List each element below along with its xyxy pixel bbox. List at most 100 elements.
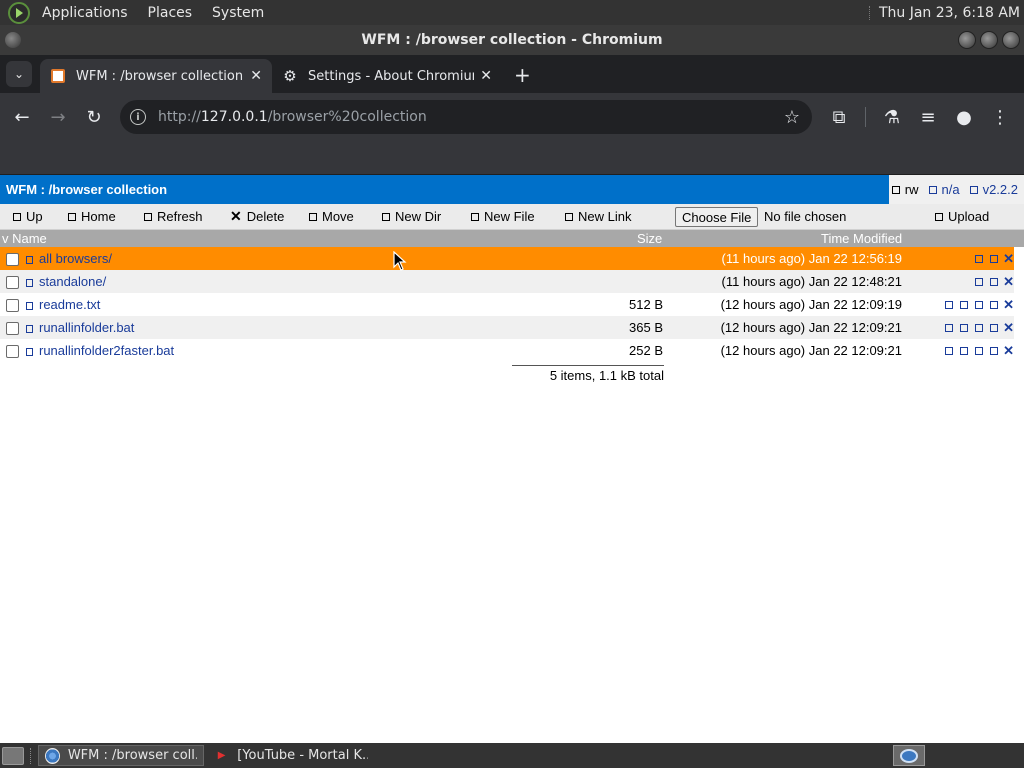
tab-title: WFM : /browser collection	[76, 68, 244, 84]
rename-icon[interactable]	[975, 278, 984, 287]
delete-icon[interactable]: ✕	[1003, 320, 1014, 335]
properties-icon[interactable]	[990, 301, 999, 310]
delete-button[interactable]: ✕ Delete	[230, 208, 284, 225]
table-row[interactable]: standalone/ (11 hours ago) Jan 22 12:48:…	[0, 270, 1014, 293]
task-label: WFM : /browser coll...	[67, 748, 197, 763]
row-checkbox[interactable]	[6, 299, 19, 313]
task-label: [YouTube - Mortal K...	[237, 748, 368, 763]
new-link-button[interactable]: New Link	[565, 209, 631, 224]
taskbar-item-chromium[interactable]: WFM : /browser coll...	[38, 745, 204, 766]
site-info-icon[interactable]: i	[130, 109, 146, 125]
delete-icon[interactable]: ✕	[1003, 251, 1014, 266]
close-window-button[interactable]	[1002, 31, 1020, 49]
table-row[interactable]: runallinfolder2faster.bat 252 B (12 hour…	[0, 339, 1014, 362]
workspace-icon	[900, 748, 918, 763]
view-icon[interactable]	[945, 347, 954, 356]
maximize-button[interactable]	[980, 31, 998, 49]
tab-search-button[interactable]: ⌄	[6, 61, 32, 87]
system-menu[interactable]: System	[204, 5, 272, 21]
taskbar-item-youtube[interactable]: ▶ [YouTube - Mortal K...	[208, 745, 374, 766]
delete-icon[interactable]: ✕	[1003, 343, 1014, 358]
file-size	[546, 247, 663, 270]
properties-icon[interactable]	[990, 347, 999, 356]
url-scheme: http://	[158, 109, 201, 125]
refresh-button[interactable]: Refresh	[144, 209, 203, 224]
back-button[interactable]: ←	[4, 99, 40, 135]
edit-icon[interactable]	[960, 301, 969, 310]
tab-wfm[interactable]: WFM : /browser collection ✕	[40, 59, 272, 93]
show-desktop-icon[interactable]	[2, 746, 24, 765]
new-tab-button[interactable]: +	[514, 65, 531, 85]
choose-file-button[interactable]: Choose File	[675, 207, 759, 227]
file-link[interactable]: standalone/	[39, 274, 106, 289]
rename-icon[interactable]	[975, 347, 984, 356]
row-checkbox[interactable]	[6, 345, 19, 359]
edit-icon[interactable]	[960, 324, 969, 333]
folder-icon	[382, 212, 390, 221]
extensions-icon[interactable]: ⧉	[821, 99, 857, 135]
minimize-button[interactable]	[958, 31, 976, 49]
tab-settings[interactable]: ⚙ Settings - About Chromium ✕	[272, 59, 502, 93]
file-time: (11 hours ago) Jan 22 12:56:19	[721, 251, 902, 266]
bookmark-star-icon[interactable]: ☆	[784, 107, 800, 128]
window-menu-icon[interactable]	[5, 32, 21, 48]
edit-icon[interactable]	[960, 347, 969, 356]
close-tab-icon[interactable]: ✕	[250, 68, 262, 84]
properties-icon[interactable]	[990, 278, 999, 287]
properties-icon[interactable]	[990, 324, 999, 333]
delete-icon[interactable]: ✕	[1003, 274, 1014, 289]
file-link[interactable]: runallinfolder.bat	[39, 320, 134, 335]
row-checkbox[interactable]	[6, 276, 19, 290]
forward-button[interactable]: →	[40, 99, 76, 135]
applications-menu[interactable]: Applications	[34, 5, 136, 21]
upload-button[interactable]: Upload	[935, 209, 989, 224]
up-button[interactable]: Up	[13, 209, 43, 224]
window-titlebar[interactable]: WFM : /browser collection - Chromium	[0, 25, 1024, 55]
reload-button[interactable]: ↻	[76, 99, 112, 135]
distro-logo-icon[interactable]	[8, 1, 30, 24]
na-link[interactable]: n/a	[928, 182, 960, 197]
places-menu[interactable]: Places	[140, 5, 201, 21]
view-icon[interactable]	[945, 324, 954, 333]
version-link[interactable]: v2.2.2	[969, 182, 1018, 197]
home-button[interactable]: Home	[68, 209, 116, 224]
properties-icon[interactable]	[990, 255, 999, 264]
rename-icon[interactable]	[975, 324, 984, 333]
file-size: 512 B	[629, 297, 663, 312]
move-button[interactable]: Move	[309, 209, 354, 224]
rename-icon[interactable]	[975, 301, 984, 310]
file-link[interactable]: all browsers/	[39, 251, 112, 266]
table-row[interactable]: runallinfolder.bat 365 B (12 hours ago) …	[0, 316, 1014, 339]
table-row[interactable]: readme.txt 512 B (12 hours ago) Jan 22 1…	[0, 293, 1014, 316]
view-icon[interactable]	[945, 301, 954, 310]
profile-icon[interactable]: ●	[946, 99, 982, 135]
folder-icon	[26, 278, 33, 287]
page-title: WFM : /browser collection	[6, 182, 168, 197]
new-dir-button[interactable]: New Dir	[382, 209, 441, 224]
rw-indicator[interactable]: rw	[891, 182, 919, 197]
delete-icon[interactable]: ✕	[1003, 297, 1014, 312]
kebab-menu-icon[interactable]: ⋮	[982, 99, 1018, 135]
size-column-header[interactable]: Size	[637, 231, 662, 246]
wfm-actions-bar: Up Home Refresh ✕ Delete Move New Dir New…	[0, 204, 1024, 230]
table-row[interactable]: all browsers/ (11 hours ago) Jan 22 12:5…	[0, 247, 1014, 270]
row-checkbox[interactable]	[6, 322, 19, 336]
labs-flask-icon[interactable]: ⚗	[874, 99, 910, 135]
workspace-switcher[interactable]	[893, 745, 925, 766]
tab-strip: ⌄ WFM : /browser collection ✕ ⚙ Settings…	[0, 55, 1024, 93]
name-column-header[interactable]: v Name	[2, 231, 47, 246]
rename-icon[interactable]	[975, 255, 984, 264]
file-icon	[26, 347, 33, 356]
clock[interactable]: Thu Jan 23, 6:18 AM	[879, 5, 1020, 21]
tab-title: Settings - About Chromium	[308, 68, 475, 84]
file-link[interactable]: runallinfolder2faster.bat	[39, 343, 174, 358]
row-checkbox[interactable]	[6, 253, 19, 267]
new-file-button[interactable]: New File	[471, 209, 535, 224]
address-bar[interactable]: i http://127.0.0.1/browser%20collection …	[120, 100, 812, 134]
file-link[interactable]: readme.txt	[39, 297, 100, 312]
youtube-icon: ▶	[217, 750, 226, 761]
close-tab-icon[interactable]: ✕	[480, 68, 492, 84]
time-column-header[interactable]: Time Modified	[821, 231, 902, 246]
media-controls-icon[interactable]: ≡	[910, 99, 946, 135]
file-chosen-status: No file chosen	[764, 209, 847, 224]
